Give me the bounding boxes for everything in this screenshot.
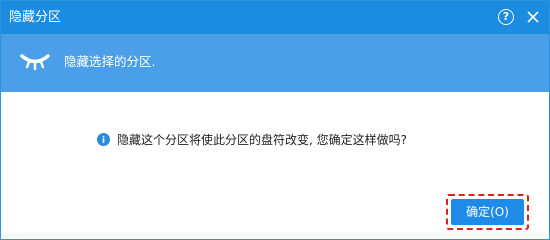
dialog-window: 隐藏分区 ? 隐藏选择的分区. 隐藏这个分区将使此分区的盘符改变, 您确定这样做…	[0, 0, 550, 240]
help-button[interactable]: ?	[498, 9, 514, 25]
close-icon[interactable]	[523, 7, 543, 27]
ok-button[interactable]: 确定(O)	[451, 199, 524, 225]
question-circle-icon: ?	[502, 10, 510, 23]
title-bar: 隐藏分区 ?	[1, 1, 549, 34]
window-title: 隐藏分区	[9, 10, 62, 25]
banner-description: 隐藏选择的分区.	[64, 54, 156, 69]
closed-eye-icon	[20, 54, 50, 71]
confirm-message: 隐藏这个分区将使此分区的盘符改变, 您确定这样做吗?	[117, 133, 408, 147]
info-icon	[97, 133, 110, 146]
header-banner: 隐藏选择的分区.	[1, 34, 549, 92]
